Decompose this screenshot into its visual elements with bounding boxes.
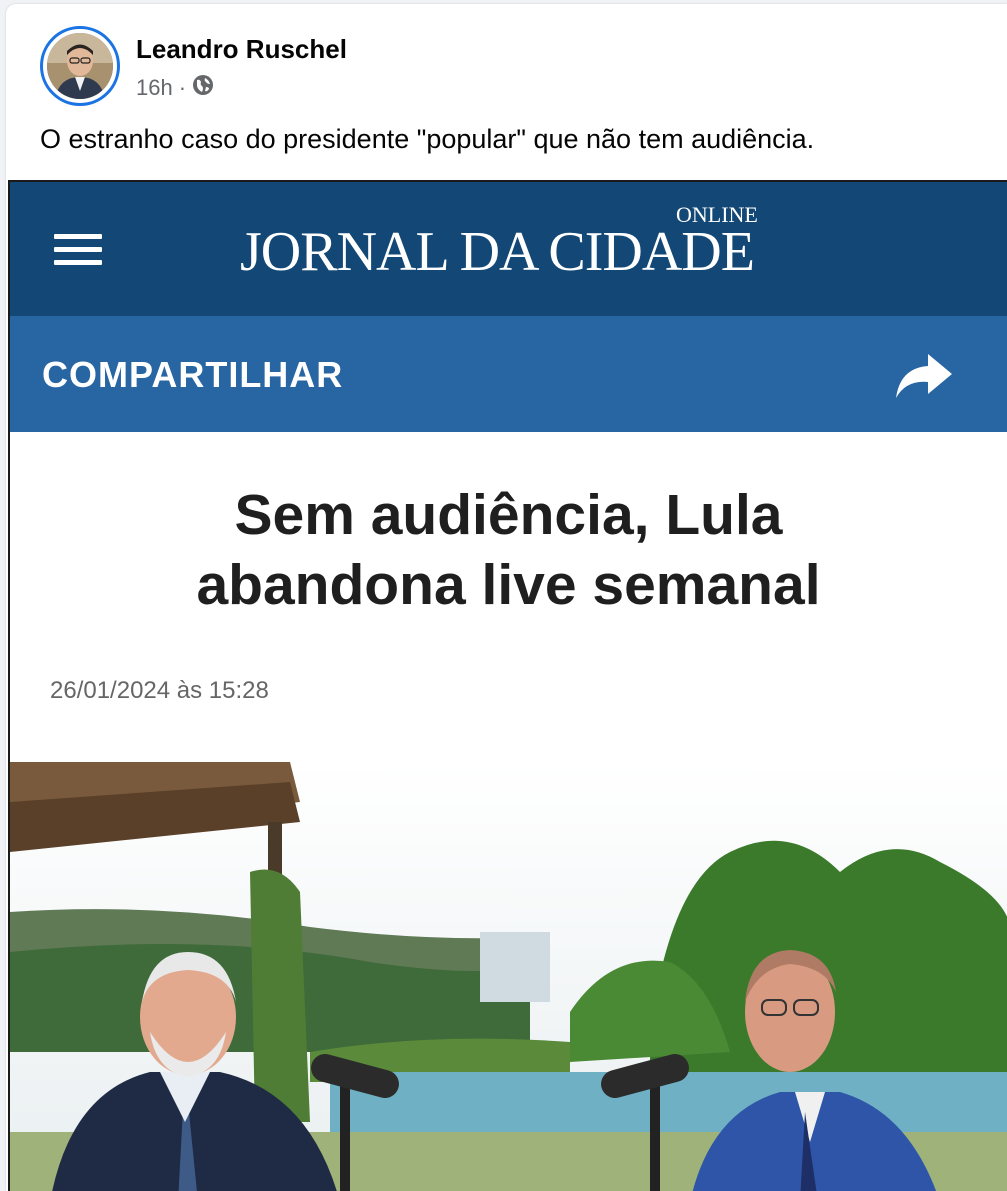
article-date: 26/01/2024 às 15:28	[50, 677, 269, 704]
post-text: O estranho caso do presidente "popular" …	[40, 124, 815, 154]
site-logo: JORNAL DA CIDADE	[240, 221, 755, 283]
headline-line-1: Sem audiência, Lula	[234, 483, 783, 547]
facebook-post-card: Leandro Ruschel 16h · O estranho caso do…	[6, 4, 1007, 1191]
share-arrow-icon	[892, 350, 954, 402]
news-site-header: JORNAL DA CIDADE ONLINE	[10, 182, 1007, 316]
headline-line-2: abandona live semanal	[196, 553, 821, 617]
author-avatar[interactable]	[40, 26, 120, 106]
share-label: COMPARTILHAR	[42, 354, 344, 395]
menu-icon	[54, 234, 102, 268]
avatar-photo	[47, 33, 113, 99]
article-photo	[10, 762, 1007, 1191]
share-bar: COMPARTILHAR	[10, 316, 1007, 432]
author-name[interactable]: Leandro Ruschel	[136, 34, 347, 65]
post-meta: 16h ·	[136, 74, 214, 102]
post-image[interactable]: JORNAL DA CIDADE ONLINE COMPARTILHAR Sem…	[8, 180, 1007, 1191]
site-logo-sub: ONLINE	[676, 202, 758, 227]
article-headline: Sem audiência, Lula abandona live semana…	[10, 480, 1007, 620]
globe-icon[interactable]	[192, 74, 214, 102]
post-time[interactable]: 16h	[136, 75, 173, 101]
meta-separator: ·	[178, 75, 187, 100]
